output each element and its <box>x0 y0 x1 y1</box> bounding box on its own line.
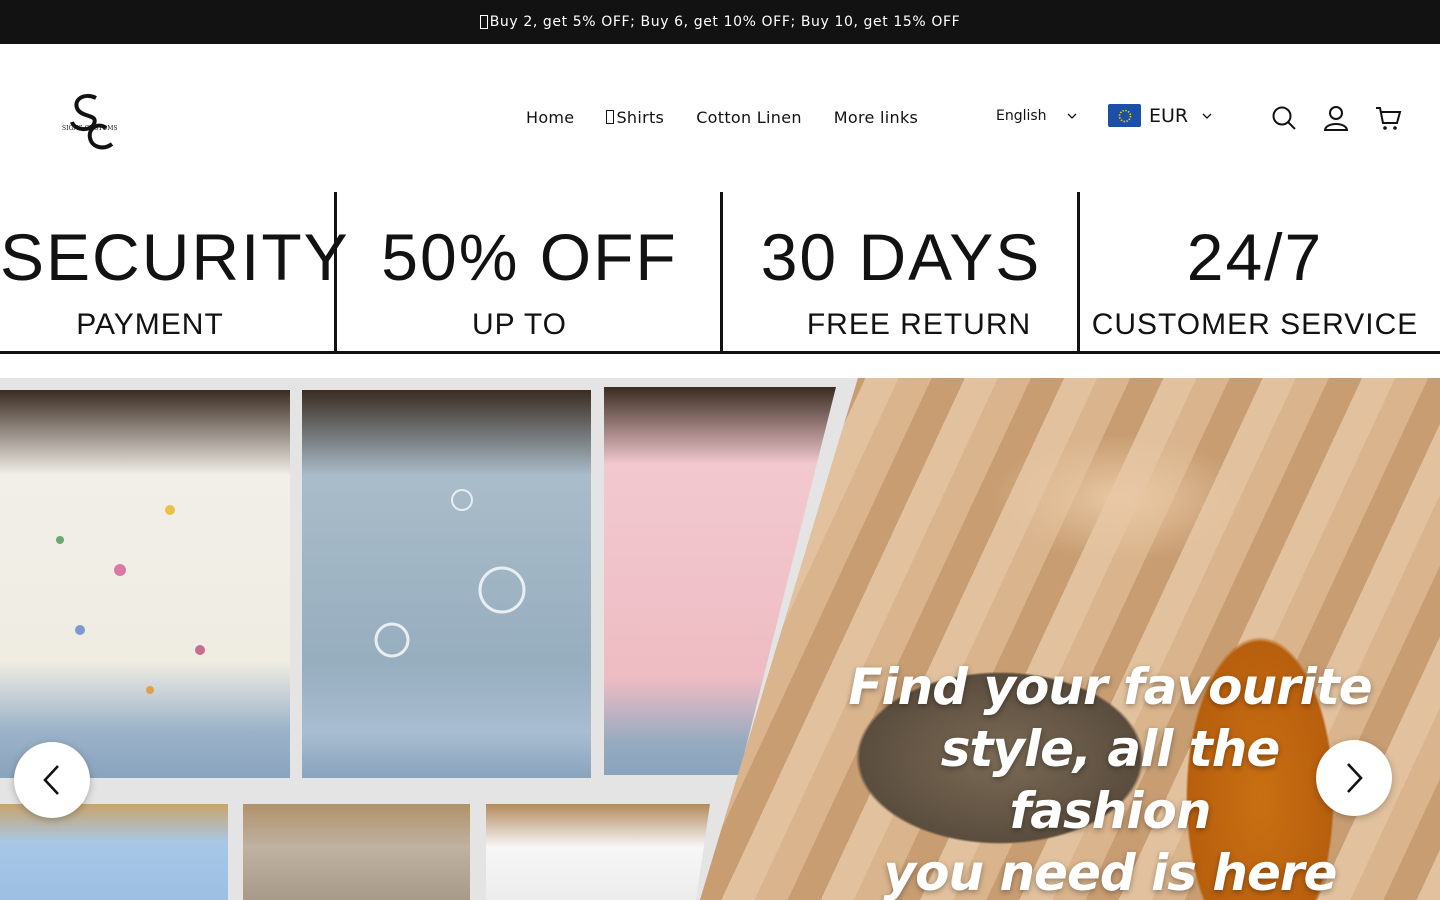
announcement-text: Buy 2, get 5% OFF; Buy 6, get 10% OFF; B… <box>489 14 961 30</box>
currency-selector[interactable]: EUR <box>1108 104 1212 127</box>
feature-security: SECURITY PAYMENT <box>0 192 350 352</box>
slideshow-next-button[interactable] <box>1316 740 1392 816</box>
nav-cotton-linen[interactable]: Cotton Linen <box>680 104 818 131</box>
nav-home[interactable]: Home <box>510 104 590 131</box>
search-icon[interactable] <box>1270 104 1298 132</box>
product-photo-white[interactable] <box>486 804 710 900</box>
cart-icon[interactable] <box>1374 104 1402 132</box>
feature-returns: 30 DAYS FREE RETURN <box>723 192 1079 352</box>
product-photo-light-blue[interactable] <box>0 804 228 900</box>
feature-subtitle: FREE RETURN <box>806 308 1032 341</box>
hero-caption-line: Find your favourite <box>848 658 1372 716</box>
gift-icon <box>479 15 488 29</box>
nav-cotton-linen-label: Cotton Linen <box>696 108 802 127</box>
store-logo[interactable]: SIGNS CUSTOMS <box>62 90 118 154</box>
product-photo-beige[interactable] <box>243 804 470 900</box>
feature-title: 30 DAYS <box>760 220 1042 294</box>
hero-caption: Find your favourite style, all the fashi… <box>840 656 1380 900</box>
language-selector[interactable]: English <box>996 108 1077 124</box>
hero-caption-line: you need is here <box>883 844 1338 900</box>
nav-more-links[interactable]: More links <box>818 104 934 131</box>
nav-shirts[interactable]: Shirts <box>590 104 680 131</box>
feature-title: 24/7 <box>1186 220 1324 294</box>
chevron-down-icon <box>1202 113 1212 119</box>
nav-more-links-label: More links <box>833 108 919 127</box>
features-banner: SECURITY PAYMENT 50% OFF UP TO 30 DAYS F… <box>0 192 1440 354</box>
announcement-bar: Buy 2, get 5% OFF; Buy 6, get 10% OFF; B… <box>0 0 1440 44</box>
slideshow-previous-button[interactable] <box>14 742 90 818</box>
main-nav: Home Shirts Cotton Linen More links <box>510 104 934 131</box>
feature-service: 24/7 CUSTOMER SERVICE <box>1080 192 1430 352</box>
currency-label: EUR <box>1149 104 1189 127</box>
site-header: SIGNS CUSTOMS Home Shirts Cotton Linen M… <box>0 44 1440 192</box>
feature-subtitle: PAYMENT <box>76 308 224 341</box>
account-icon[interactable] <box>1322 104 1350 132</box>
nav-home-label: Home <box>526 108 575 127</box>
language-label: English <box>996 108 1047 124</box>
header-icons <box>1270 104 1402 132</box>
feature-subtitle: UP TO <box>471 308 568 341</box>
chevron-down-icon <box>1067 113 1077 119</box>
product-photo-floral-blue[interactable] <box>302 390 591 778</box>
hero-caption-line: style, all the fashion <box>940 720 1281 840</box>
svg-text:SIGNS CUSTOMS: SIGNS CUSTOMS <box>62 125 117 132</box>
feature-title: 50% OFF <box>381 220 678 294</box>
feature-subtitle: CUSTOMER SERVICE <box>1091 308 1419 341</box>
chevron-right-icon <box>1347 763 1363 793</box>
feature-title: SECURITY <box>0 220 350 294</box>
eu-flag-icon <box>1108 104 1141 127</box>
product-photo-floral-white[interactable] <box>0 390 290 778</box>
chevron-left-icon <box>43 765 59 795</box>
feature-discount: 50% OFF UP TO <box>337 192 722 352</box>
shirt-icon <box>606 110 615 124</box>
nav-shirts-label: Shirts <box>616 108 665 127</box>
